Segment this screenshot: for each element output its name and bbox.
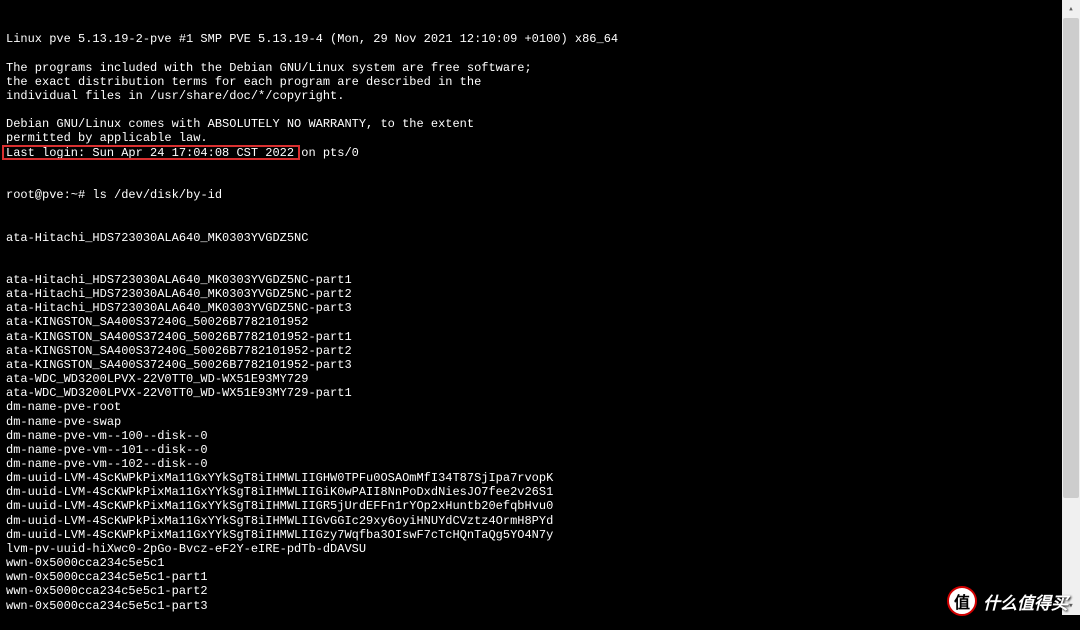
- disk-id-line: wwn-0x5000cca234c5e5c1-part3: [6, 599, 1056, 613]
- scrollbar-thumb[interactable]: [1063, 18, 1079, 498]
- disk-id-line: dm-uuid-LVM-4ScKWPkPixMa11GxYYkSgT8iIHMW…: [6, 528, 1056, 542]
- terminal-output-line: Debian GNU/Linux comes with ABSOLUTELY N…: [6, 117, 1056, 131]
- disk-id-line: lvm-pv-uuid-hiXwc0-2pGo-Bvcz-eF2Y-eIRE-p…: [6, 542, 1056, 556]
- disk-id-line: ata-KINGSTON_SA400S37240G_50026B77821019…: [6, 315, 1056, 329]
- disk-id-line: ata-WDC_WD3200LPVX-22V0TT0_WD-WX51E93MY7…: [6, 386, 1056, 400]
- watermark: 值 什么值得买: [947, 586, 1068, 616]
- watermark-logo-icon: 值: [947, 586, 977, 616]
- terminal-output-line: The programs included with the Debian GN…: [6, 61, 1056, 75]
- disk-id-line: dm-name-pve-vm--100--disk--0: [6, 429, 1056, 443]
- disk-id-line: wwn-0x5000cca234c5e5c1-part2: [6, 584, 1056, 598]
- disk-id-line: wwn-0x50014ee604141317: [6, 613, 1056, 615]
- command-text: ls /dev/disk/by-id: [92, 188, 222, 202]
- disk-id-line: dm-name-pve-root: [6, 400, 1056, 414]
- disk-id-line: ata-Hitachi_HDS723030ALA640_MK0303YVGDZ5…: [6, 273, 1056, 287]
- highlighted-disk-id: ata-Hitachi_HDS723030ALA640_MK0303YVGDZ5…: [6, 231, 1056, 245]
- shell-prompt: root@pve:~#: [6, 188, 92, 202]
- terminal-output-line: the exact distribution terms for each pr…: [6, 75, 1056, 89]
- terminal-output-line: permitted by applicable law.: [6, 131, 1056, 145]
- disk-id-line: dm-uuid-LVM-4ScKWPkPixMa11GxYYkSgT8iIHMW…: [6, 499, 1056, 513]
- disk-id-line: dm-name-pve-vm--102--disk--0: [6, 457, 1056, 471]
- disk-id-line: dm-name-pve-vm--101--disk--0: [6, 443, 1056, 457]
- terminal-window[interactable]: Linux pve 5.13.19-2-pve #1 SMP PVE 5.13.…: [0, 0, 1062, 615]
- vertical-scrollbar[interactable]: ▴ ▾: [1062, 0, 1080, 615]
- disk-id-line: ata-Hitachi_HDS723030ALA640_MK0303YVGDZ5…: [6, 287, 1056, 301]
- disk-id-line: dm-uuid-LVM-4ScKWPkPixMa11GxYYkSgT8iIHMW…: [6, 471, 1056, 485]
- ls-output: ata-Hitachi_HDS723030ALA640_MK0303YVGDZ5…: [6, 273, 1056, 615]
- disk-id-line: ata-KINGSTON_SA400S37240G_50026B77821019…: [6, 344, 1056, 358]
- disk-id-line: ata-Hitachi_HDS723030ALA640_MK0303YVGDZ5…: [6, 301, 1056, 315]
- terminal-output-line: [6, 103, 1056, 117]
- command-line-1: root@pve:~# ls /dev/disk/by-id: [6, 188, 1056, 202]
- disk-id-line: dm-uuid-LVM-4ScKWPkPixMa11GxYYkSgT8iIHMW…: [6, 485, 1056, 499]
- disk-id-line: dm-name-pve-swap: [6, 415, 1056, 429]
- terminal-header-output: Linux pve 5.13.19-2-pve #1 SMP PVE 5.13.…: [6, 32, 1056, 159]
- terminal-output-line: [6, 46, 1056, 60]
- disk-id-line: dm-uuid-LVM-4ScKWPkPixMa11GxYYkSgT8iIHMW…: [6, 514, 1056, 528]
- disk-id-line: ata-WDC_WD3200LPVX-22V0TT0_WD-WX51E93MY7…: [6, 372, 1056, 386]
- terminal-output-line: Last login: Sun Apr 24 17:04:08 CST 2022…: [6, 146, 1056, 160]
- terminal-output-line: individual files in /usr/share/doc/*/cop…: [6, 89, 1056, 103]
- disk-id-line: wwn-0x5000cca234c5e5c1-part1: [6, 570, 1056, 584]
- disk-id-line: wwn-0x5000cca234c5e5c1: [6, 556, 1056, 570]
- disk-id-line: ata-KINGSTON_SA400S37240G_50026B77821019…: [6, 330, 1056, 344]
- terminal-output-line: Linux pve 5.13.19-2-pve #1 SMP PVE 5.13.…: [6, 32, 1056, 46]
- watermark-label: 什么值得买: [983, 589, 1068, 614]
- disk-id-line: ata-KINGSTON_SA400S37240G_50026B77821019…: [6, 358, 1056, 372]
- scrollbar-up-arrow-icon[interactable]: ▴: [1062, 0, 1080, 18]
